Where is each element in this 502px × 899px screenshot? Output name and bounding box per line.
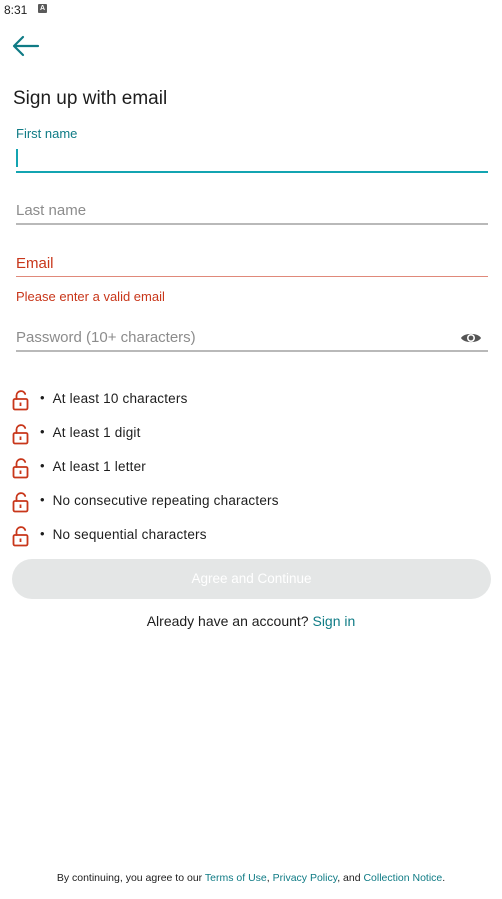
requirement-text: At least 1 letter bbox=[52, 459, 147, 474]
email-label: Email bbox=[16, 255, 54, 272]
last-name-underline bbox=[16, 223, 488, 225]
password-field[interactable]: Password (10+ characters) bbox=[16, 329, 488, 353]
legal-prefix: By continuing, you agree to our bbox=[56, 872, 203, 884]
terms-of-use-link[interactable]: Terms of Use bbox=[205, 872, 267, 884]
bullet: • bbox=[40, 390, 45, 405]
show-password-toggle[interactable] bbox=[460, 330, 482, 346]
back-button[interactable] bbox=[10, 34, 42, 58]
email-underline bbox=[16, 276, 488, 277]
status-bar: 8:31 A bbox=[0, 0, 502, 20]
bullet: • bbox=[40, 492, 45, 507]
bullet: • bbox=[40, 424, 45, 439]
lock-icon bbox=[12, 424, 29, 445]
first-name-label: First name bbox=[16, 126, 78, 141]
lock-icon bbox=[12, 390, 29, 411]
page-title: Sign up with email bbox=[13, 88, 168, 109]
first-name-field[interactable]: First name bbox=[16, 126, 488, 174]
legal-notice: By continuing, you agree to our Terms of… bbox=[0, 872, 502, 884]
first-name-underline bbox=[16, 171, 488, 173]
lock-icon bbox=[12, 458, 29, 479]
last-name-field[interactable]: Last name bbox=[16, 202, 488, 226]
lock-icon bbox=[12, 492, 29, 513]
bullet: • bbox=[40, 458, 45, 473]
sign-in-link[interactable]: Sign in bbox=[312, 613, 355, 629]
requirement-item: • At least 1 digit bbox=[12, 422, 279, 456]
bullet: • bbox=[40, 526, 45, 541]
legal-end: . bbox=[442, 872, 446, 884]
status-time: 8:31 bbox=[4, 3, 28, 17]
email-error-message: Please enter a valid email bbox=[16, 289, 165, 304]
requirement-item: • No sequential characters bbox=[12, 524, 279, 558]
collection-notice-link[interactable]: Collection Notice bbox=[363, 872, 442, 884]
agree-and-continue-button[interactable]: Agree and Continue bbox=[12, 559, 491, 599]
requirement-text: At least 1 digit bbox=[52, 425, 141, 440]
notification-icon: A bbox=[38, 4, 47, 13]
text-cursor bbox=[16, 149, 18, 167]
requirement-text: No consecutive repeating characters bbox=[52, 493, 279, 508]
signin-row: Already have an account? Sign in bbox=[0, 613, 502, 629]
requirement-text: No sequential characters bbox=[52, 527, 207, 542]
eye-icon bbox=[461, 333, 481, 343]
last-name-placeholder: Last name bbox=[16, 202, 87, 219]
password-underline bbox=[16, 350, 488, 352]
legal-separator: , and bbox=[337, 872, 361, 884]
password-placeholder: Password (10+ characters) bbox=[16, 329, 196, 346]
requirement-item: • At least 10 characters bbox=[12, 388, 279, 422]
requirement-item: • At least 1 letter bbox=[12, 456, 279, 490]
password-requirements: • At least 10 characters • At least 1 di… bbox=[12, 388, 279, 558]
arrow-left-icon bbox=[12, 35, 40, 57]
email-field[interactable]: Email bbox=[16, 255, 488, 279]
requirement-item: • No consecutive repeating characters bbox=[12, 490, 279, 524]
legal-separator: , bbox=[266, 872, 270, 884]
signin-prompt: Already have an account? bbox=[146, 613, 309, 629]
privacy-policy-link[interactable]: Privacy Policy bbox=[273, 872, 338, 884]
lock-icon bbox=[12, 526, 29, 547]
requirement-text: At least 10 characters bbox=[52, 391, 188, 406]
